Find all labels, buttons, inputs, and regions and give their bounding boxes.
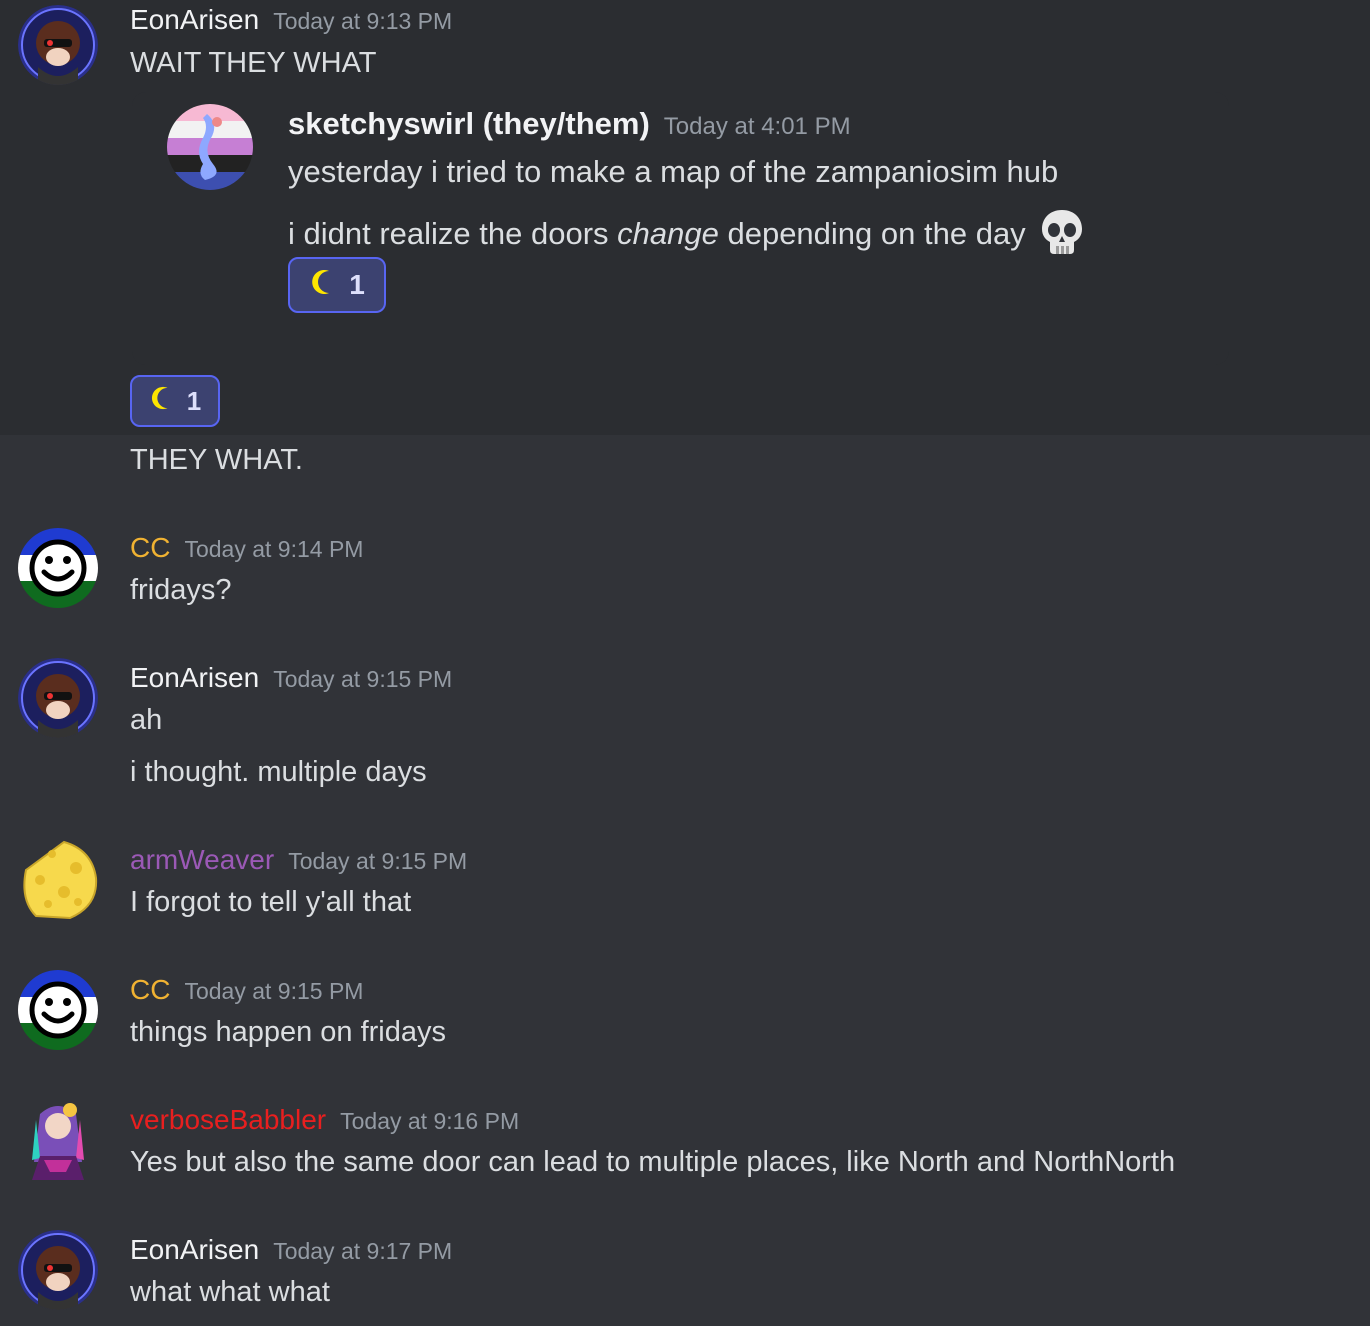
author-name[interactable]: CC [130,532,170,563]
timestamp: Today at 9:15 PM [288,848,468,874]
skull-icon [1040,208,1084,264]
avatar-eonarisen[interactable] [18,1230,98,1310]
message-header: verboseBabbler Today at 9:16 PM [130,1104,519,1136]
message-header: CC Today at 9:14 PM [130,532,363,564]
crescent-moon-icon [149,385,173,418]
crescent-moon-icon [309,268,335,303]
avatar-sketchyswirl[interactable] [167,104,253,190]
reaction-count: 1 [349,269,365,300]
message-header: EonArisen Today at 9:15 PM [130,662,452,694]
forwarded-text-italic: change [617,216,719,252]
author-name[interactable]: CC [130,974,170,1005]
timestamp: Today at 9:13 PM [273,8,453,34]
author-name[interactable]: EonArisen [130,4,259,35]
message-header: CC Today at 9:15 PM [130,974,363,1006]
message-text: THEY WHAT. [130,444,303,476]
avatar-verbosebabbler[interactable] [18,1100,98,1180]
forwarded-message[interactable]: sketchyswirl (they/them) Today at 4:01 PM… [132,92,1229,365]
forwarded-author[interactable]: sketchyswirl (they/them) [288,106,650,141]
message-text: WAIT THEY WHAT [130,47,377,79]
reaction-button[interactable]: 1 [130,375,220,427]
author-name[interactable]: armWeaver [130,844,274,875]
avatar-eonarisen[interactable] [18,658,98,738]
forwarded-header: sketchyswirl (they/them) Today at 4:01 PM [288,106,851,142]
avatar-cc[interactable] [18,528,98,608]
message-header: armWeaver Today at 9:15 PM [130,844,467,876]
author-name[interactable]: verboseBabbler [130,1104,326,1135]
timestamp: Today at 9:17 PM [273,1238,453,1264]
timestamp: Today at 9:15 PM [273,666,453,692]
timestamp: Today at 9:14 PM [184,536,364,562]
message-text: things happen on fridays [130,1016,446,1048]
avatar-eonarisen[interactable] [18,5,98,85]
forwarded-text-part: depending on the day [718,216,1026,252]
reaction-count: 1 [186,385,202,416]
timestamp: Today at 9:15 PM [184,978,364,1004]
message-header: EonArisen Today at 9:13 PM [130,4,452,36]
message-text: ah [130,704,163,736]
forwarded-text-line1: yesterday i tried to make a map of the z… [288,154,1059,189]
forwarded-timestamp: Today at 4:01 PM [663,113,851,140]
avatar-cc[interactable] [18,970,98,1050]
timestamp: Today at 9:16 PM [340,1108,520,1134]
forwarded-text-part: i didnt realize the doors [288,216,618,252]
message-text: fridays? [130,574,232,606]
forwarded-text-line2: i didnt realize the doors change dependi… [288,208,1084,264]
message-text: I forgot to tell y'all that [130,886,412,918]
message-text: i thought. multiple days [130,756,427,788]
forwarded-reaction-button[interactable]: 1 [288,257,386,313]
author-name[interactable]: EonArisen [130,1234,259,1265]
message-text: what what what [130,1276,330,1308]
message-header: EonArisen Today at 9:17 PM [130,1234,452,1266]
avatar-armweaver[interactable] [18,840,98,920]
message-text: Yes but also the same door can lead to m… [130,1146,1176,1178]
author-name[interactable]: EonArisen [130,662,259,693]
